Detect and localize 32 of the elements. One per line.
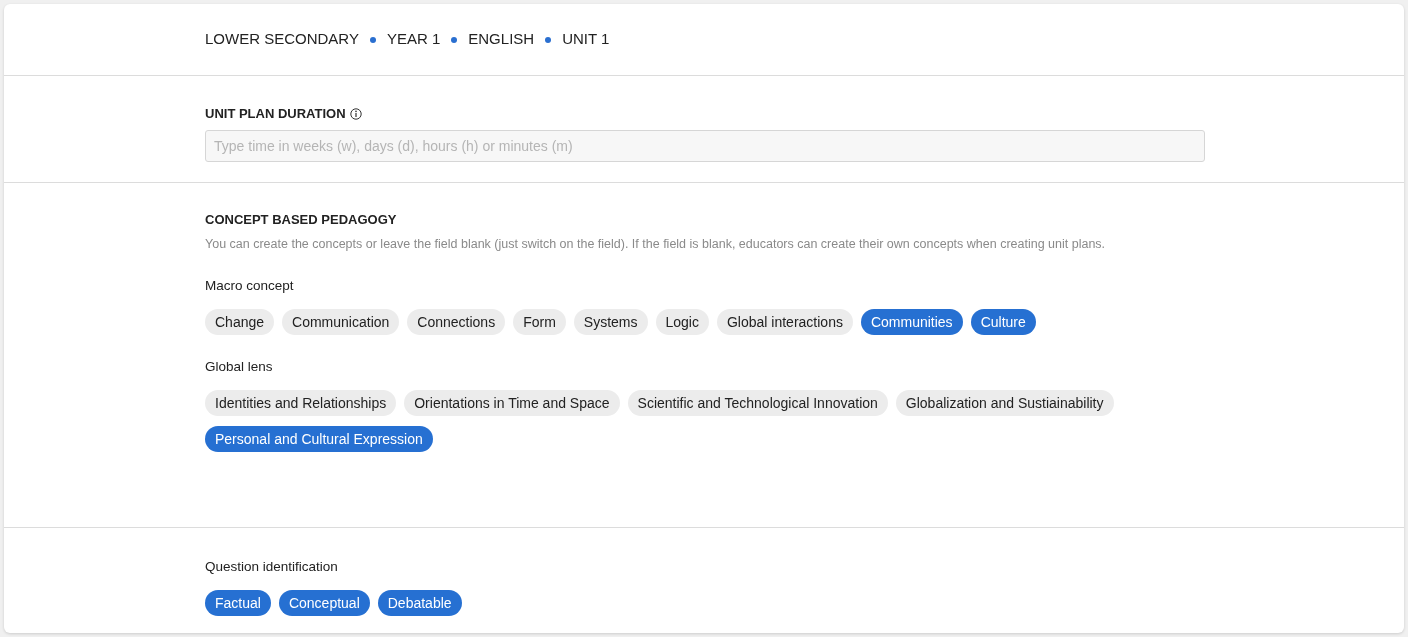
section-title: CONCEPT BASED PEDAGOGY — [205, 211, 397, 229]
group-label: Question identification — [205, 558, 339, 576]
separator-dot — [545, 36, 552, 43]
tag-chip[interactable]: Logic — [655, 309, 709, 335]
tag-chip[interactable]: Orientations in Time and Space — [404, 390, 620, 417]
tag-chip[interactable]: Conceptual — [278, 590, 370, 617]
tag-chip[interactable]: Debatable — [377, 590, 462, 617]
breadcrumb-item[interactable]: YEAR 1 — [386, 28, 441, 51]
tag-chip[interactable]: Identities and Relationships — [205, 390, 397, 417]
tag-chip[interactable]: Global interactions — [716, 309, 853, 335]
tag-chip[interactable]: Communication — [282, 309, 400, 335]
tag-chip[interactable]: Culture — [970, 309, 1036, 335]
group-label: Global lens — [205, 358, 274, 376]
tag-chip[interactable]: Factual — [205, 590, 271, 617]
breadcrumb-item[interactable]: LOWER SECONDARY — [205, 28, 359, 51]
breadcrumb-item[interactable]: ENGLISH — [468, 28, 535, 51]
tag-chip[interactable]: Scientific and Technological Innovation — [627, 390, 888, 417]
breadcrumb-item[interactable]: UNIT 1 — [562, 28, 610, 51]
separator-dot — [451, 36, 458, 43]
tag-chip[interactable]: Change — [205, 309, 275, 335]
tag-chip[interactable]: Connections — [407, 309, 506, 335]
tag-chip[interactable]: Personal and Cultural Expression — [205, 426, 433, 453]
duration-input-field[interactable]: Type time in weeks (w), days (d), hours (h) or minutes (m) — [205, 130, 1205, 162]
section-description: You can create the concepts or leave the field blank (just switch on the field). If the field is blank, educators can create their own concepts when creating unit plans. — [205, 236, 1107, 253]
tag-chip[interactable]: Communities — [860, 309, 963, 335]
group-label: Macro concept — [205, 276, 295, 295]
tag-chip[interactable]: Systems — [573, 309, 648, 335]
info-icon — [349, 107, 362, 120]
tag-chip[interactable]: Globalization and Sustiainability — [895, 390, 1114, 417]
tag-chip[interactable]: Form — [513, 309, 566, 335]
section-title: UNIT PLAN DURATION — [205, 105, 346, 123]
separator-dot — [369, 36, 376, 43]
